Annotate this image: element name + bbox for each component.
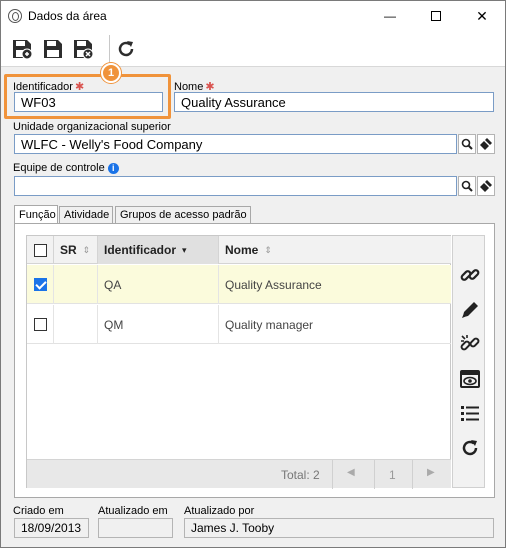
- cell-identificador: QA: [98, 265, 219, 304]
- unidade-label: Unidade organizacional superior: [13, 121, 171, 133]
- search-icon: [461, 138, 473, 150]
- unidade-search-button[interactable]: [458, 134, 476, 154]
- function-grid: SR ⇕ Identificador ▾ Nome ⇕ QA Quality Assu…: [26, 235, 451, 489]
- column-header-identificador[interactable]: Identificador ▾: [98, 236, 219, 264]
- column-header-identificador-label: Identificador: [104, 243, 177, 257]
- view-icon: [460, 370, 480, 388]
- info-icon: i: [107, 162, 119, 174]
- save-new-icon: [13, 40, 33, 60]
- equipe-clear-button[interactable]: [477, 176, 495, 196]
- column-header-nome-label: Nome: [225, 243, 259, 257]
- next-page-icon[interactable]: ▶: [427, 467, 435, 478]
- list-icon: [461, 406, 479, 421]
- row-checkbox[interactable]: [33, 318, 47, 331]
- callout-highlight: [4, 74, 171, 119]
- cell-sr: [54, 305, 98, 344]
- tab-funcao[interactable]: Função: [14, 205, 58, 224]
- close-icon: ✕: [476, 7, 488, 24]
- cell-nome: Quality Assurance: [225, 277, 322, 292]
- toolbar: [1, 31, 505, 67]
- grid-footer: Total: 2 ◀ 1 ▶: [27, 459, 451, 489]
- save-close-button[interactable]: [71, 37, 95, 61]
- row-checkbox-cell: [27, 265, 54, 304]
- grid-action-bar: [452, 235, 485, 488]
- clear-brush-icon: [480, 180, 492, 192]
- select-all-cell: [27, 236, 54, 264]
- equipe-label-text: Equipe de controle: [13, 162, 105, 174]
- edit-icon: [462, 302, 478, 318]
- maximize-button[interactable]: [413, 1, 459, 31]
- window-title: Dados da área: [28, 9, 107, 23]
- edit-button[interactable]: [458, 298, 482, 322]
- cell-identificador: QM: [98, 305, 219, 344]
- atualizado-por-label: Atualizado por: [184, 505, 255, 517]
- cell-sr: [54, 265, 98, 304]
- title-bar: Dados da área — ✕: [1, 1, 505, 31]
- dialog-window: Dados da área — ✕ Identificador ✱ WF03 1…: [0, 0, 506, 548]
- total-count: Total: 2: [281, 468, 320, 482]
- prev-page-icon[interactable]: ◀: [347, 467, 355, 478]
- refresh-button[interactable]: [114, 37, 138, 61]
- sort-desc-icon: ▾: [182, 244, 187, 255]
- footer-divider: [412, 460, 413, 489]
- criado-value: 18/09/2013: [14, 518, 89, 538]
- column-header-sr-label: SR: [60, 243, 77, 257]
- row-checkbox[interactable]: [33, 278, 47, 291]
- atualizado-value: [98, 518, 173, 538]
- tab-panel-funcao: SR ⇕ Identificador ▾ Nome ⇕ QA Quality Assu…: [14, 223, 495, 498]
- cell-nome: Quality manager: [225, 317, 314, 332]
- tab-grupos-acesso[interactable]: Grupos de acesso padrão: [115, 206, 251, 224]
- row-checkbox-cell: [27, 305, 54, 344]
- table-row[interactable]: QM Quality manager: [27, 305, 451, 344]
- maximize-icon: [431, 11, 441, 21]
- view-button[interactable]: [458, 367, 482, 391]
- grid-refresh-button[interactable]: [458, 436, 482, 460]
- minimize-icon: —: [384, 9, 396, 23]
- unidade-clear-button[interactable]: [477, 134, 495, 154]
- column-header-sr[interactable]: SR ⇕: [54, 236, 98, 264]
- page-number: 1: [389, 468, 396, 482]
- refresh-icon: [118, 41, 134, 57]
- equipe-input[interactable]: [14, 176, 457, 196]
- toolbar-separator: [109, 35, 110, 63]
- unidade-input[interactable]: WLFC - Welly's Food Company: [14, 134, 457, 154]
- save-icon: [44, 40, 62, 58]
- sort-icon: ⇕: [82, 244, 91, 255]
- sort-icon: ⇕: [264, 244, 272, 255]
- footer-divider: [374, 460, 375, 489]
- atualizado-por-value: James J. Tooby: [184, 518, 494, 538]
- save-button[interactable]: [41, 37, 65, 61]
- tab-atividade[interactable]: Atividade: [59, 206, 113, 224]
- list-button[interactable]: [458, 401, 482, 425]
- close-button[interactable]: ✕: [459, 1, 505, 31]
- link-icon: [460, 269, 480, 281]
- footer-divider: [332, 460, 333, 489]
- app-icon: [8, 9, 22, 23]
- atualizado-label: Atualizado em: [98, 505, 168, 517]
- grid-header: SR ⇕ Identificador ▾ Nome ⇕: [27, 236, 451, 264]
- unlink-icon: [460, 335, 480, 351]
- callout-badge: 1: [101, 63, 121, 83]
- search-icon: [461, 180, 473, 192]
- disassociate-button[interactable]: [458, 332, 482, 356]
- nome-input[interactable]: Quality Assurance: [174, 92, 494, 112]
- clear-brush-icon: [480, 138, 492, 150]
- associate-button[interactable]: [458, 263, 482, 287]
- equipe-label: Equipe de controle i: [13, 162, 119, 174]
- minimize-button[interactable]: —: [367, 1, 413, 31]
- select-all-checkbox[interactable]: [33, 243, 47, 257]
- save-close-icon: [74, 40, 94, 60]
- equipe-search-button[interactable]: [458, 176, 476, 196]
- criado-label: Criado em: [13, 505, 64, 517]
- save-new-button[interactable]: [10, 37, 34, 61]
- column-header-nome[interactable]: Nome ⇕: [219, 236, 451, 264]
- table-row[interactable]: QA Quality Assurance: [27, 265, 451, 304]
- refresh-icon: [462, 440, 478, 456]
